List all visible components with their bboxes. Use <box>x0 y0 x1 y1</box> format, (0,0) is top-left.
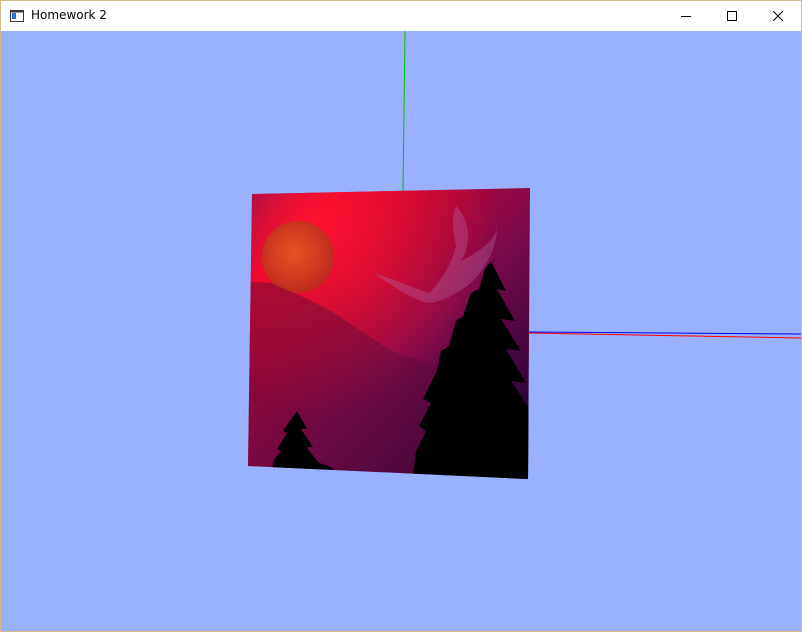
maximize-icon <box>727 11 737 21</box>
minimize-icon <box>681 16 691 17</box>
opengl-viewport[interactable] <box>1 31 801 631</box>
close-button[interactable] <box>755 1 801 31</box>
app-window: Homework 2 <box>0 0 802 632</box>
maximize-button[interactable] <box>709 1 755 31</box>
y-axis-line <box>402 31 406 194</box>
app-icon <box>10 10 24 22</box>
scene-canvas <box>248 31 801 479</box>
textured-quad <box>248 188 530 479</box>
close-icon <box>773 11 783 21</box>
title-bar[interactable]: Homework 2 <box>1 1 801 31</box>
moon-shape <box>262 221 334 293</box>
minimize-button[interactable] <box>663 1 709 31</box>
window-title: Homework 2 <box>31 8 107 22</box>
